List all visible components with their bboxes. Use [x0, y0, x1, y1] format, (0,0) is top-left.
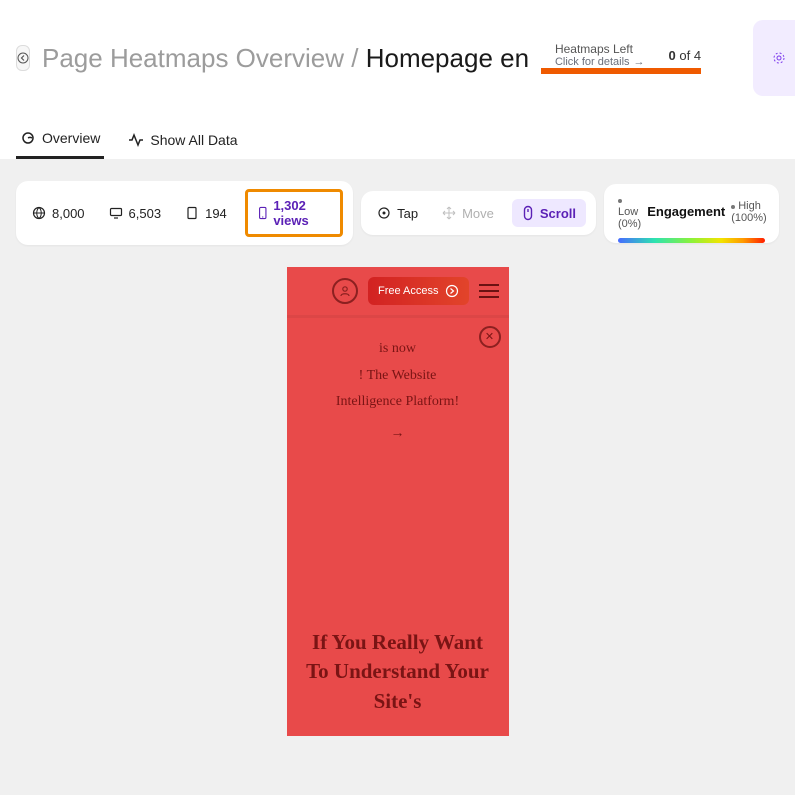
overview-icon — [20, 130, 36, 146]
quota-progress-bar — [541, 68, 701, 74]
engagement-low: Low (0%) — [618, 194, 641, 230]
arrow-icon: → — [634, 56, 645, 68]
tab-overview-label: Overview — [42, 130, 100, 146]
tab-overview[interactable]: Overview — [16, 120, 104, 159]
move-icon — [442, 206, 456, 220]
hamburger-icon[interactable] — [479, 284, 499, 298]
banner-line-3: Intelligence Platform! — [307, 389, 489, 416]
heatmaps-left-detail[interactable]: Click for details → — [555, 56, 645, 68]
heatmaps-left-label: Heatmaps Left — [555, 42, 645, 56]
activity-icon — [128, 132, 144, 148]
mobile-icon — [258, 205, 268, 221]
tap-icon — [377, 206, 391, 220]
breadcrumb-current: Homepage en — [366, 43, 529, 73]
tab-show-all-data[interactable]: Show All Data — [124, 120, 241, 159]
free-access-button[interactable]: Free Access — [368, 277, 469, 305]
mobile-preview: Free Access ✕ is now ! The Website Intel… — [287, 267, 509, 736]
target-icon — [771, 50, 787, 66]
mode-tap[interactable]: Tap — [371, 202, 424, 225]
tab-show-all-label: Show All Data — [150, 132, 237, 148]
device-filter-group: 8,000 6,503 194 1,302 views — [16, 181, 353, 245]
device-tablet[interactable]: 194 — [179, 202, 233, 225]
device-all[interactable]: 8,000 — [26, 202, 91, 225]
breadcrumb-parent: Page Heatmaps Overview — [42, 43, 344, 73]
device-desktop[interactable]: 6,503 — [103, 202, 168, 225]
desktop-icon — [109, 206, 123, 220]
engagement-label: Engagement — [647, 204, 725, 219]
avatar-icon[interactable] — [332, 278, 358, 304]
scroll-icon — [522, 205, 534, 221]
update-heatmap-button[interactable]: Update Heatmap's Page — [753, 20, 795, 96]
globe-icon — [32, 206, 46, 220]
heatmaps-count: 0 of 4 — [669, 48, 702, 63]
device-mobile[interactable]: 1,302 views — [245, 189, 343, 237]
close-icon[interactable]: ✕ — [479, 326, 501, 348]
arrow-circle-icon — [445, 284, 459, 298]
banner-line-1: is now — [307, 336, 489, 363]
mode-filter-group: Tap Move Scroll — [361, 191, 596, 235]
back-button[interactable] — [16, 45, 30, 71]
arrow-icon[interactable]: → — [287, 416, 509, 468]
mode-scroll[interactable]: Scroll — [512, 199, 586, 227]
banner-line-2: ! The Website — [307, 363, 489, 390]
engagement-high: High (100%) — [731, 200, 766, 224]
hero-headline: If You Really Want To Understand Your Si… — [287, 628, 509, 736]
breadcrumb[interactable]: Page Heatmaps Overview / Homepage en — [42, 43, 529, 74]
tablet-icon — [185, 206, 199, 220]
gradient-bar — [618, 238, 765, 243]
engagement-legend: Low (0%) Engagement High (100%) — [604, 184, 779, 243]
mode-move: Move — [436, 202, 500, 225]
heatmaps-left-block[interactable]: Heatmaps Left Click for details → — [555, 42, 645, 68]
